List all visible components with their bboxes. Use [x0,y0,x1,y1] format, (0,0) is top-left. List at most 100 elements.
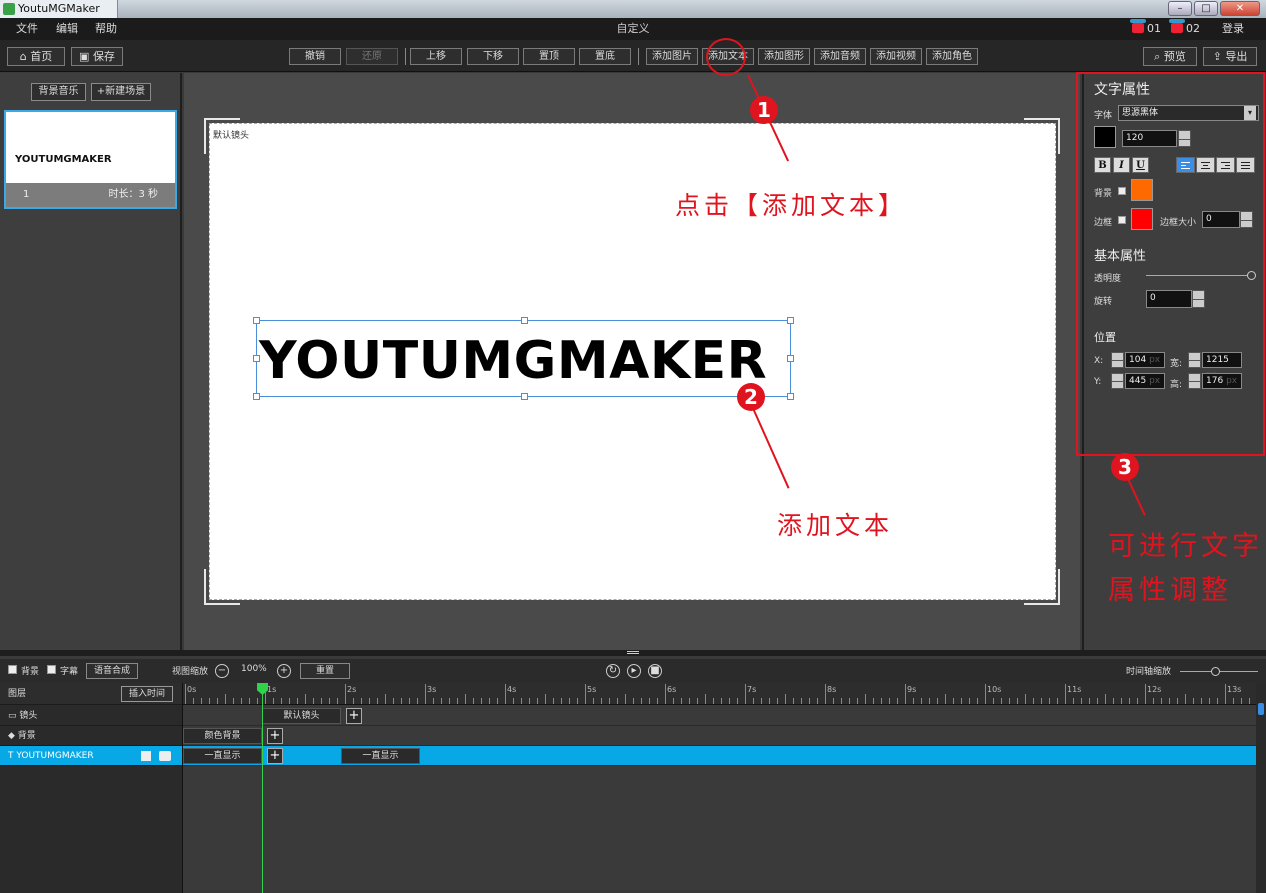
timeline-toolbar: 背景 字幕 语音合成 视图缩放 − 100% + 重置 ↻ ▸ ■ 时间轴缩放 [0,659,1266,683]
project-2[interactable]: 02 [1169,18,1200,40]
export-button[interactable]: ⇪ 导出 [1203,47,1257,66]
project-1[interactable]: 01 [1130,18,1161,40]
add-audio-button[interactable]: 添加音频 [814,48,866,65]
menu-file[interactable]: 文件 [16,18,38,40]
clip-always-show-2[interactable]: 一直显示 [341,748,420,764]
tts-button[interactable]: 语音合成 [86,663,138,679]
bg-track-checkbox[interactable] [8,665,17,674]
ruler-tick [1089,698,1090,704]
ruler-tick [233,698,234,704]
scroll-thumb[interactable] [1258,703,1264,715]
resize-handle[interactable] [521,317,528,324]
scene-card[interactable]: YOUTUMGMAKER 1 时长：3 秒 [4,110,177,209]
login-link[interactable]: 登录 [1222,18,1244,40]
resize-handle[interactable] [787,317,794,324]
ruler-tick [473,698,474,704]
resize-handle[interactable] [253,393,260,400]
text-element[interactable]: YOUTUMGMAKER [253,317,794,400]
ruler-tick [345,684,346,704]
ruler-tick [705,694,706,704]
ruler-tick [1225,684,1226,704]
resize-handle[interactable] [253,355,260,362]
subtitle-track-checkbox[interactable] [47,665,56,674]
splitter-grip-icon[interactable] [627,651,639,654]
ruler-tick [1105,694,1106,704]
ruler-tick [1233,698,1234,704]
eye-icon[interactable] [159,751,171,761]
insert-time-button[interactable]: 插入时间 [121,686,173,702]
ruler-tick [617,698,618,704]
ruler-tick [297,698,298,704]
ruler-tick [1249,698,1250,704]
canvas-area: 默认镜头 YOUTUMGMAKER [184,73,1080,650]
home-button[interactable]: ⌂ 首页 [7,47,65,66]
ruler-tick [969,698,970,704]
reset-button[interactable]: 重置 [300,663,350,679]
zoom-label: 视图缩放 [172,667,209,677]
redo-button[interactable]: 还原 [346,48,398,65]
axis-zoom-knob[interactable] [1211,667,1220,676]
camera-icon: ▭ [8,711,20,721]
zoom-out-icon[interactable]: − [215,664,229,678]
bg-music-button[interactable]: 背景音乐 [31,83,86,101]
save-button[interactable]: ▣ 保存 [71,47,123,66]
close-button[interactable]: ✕ [1220,1,1260,16]
resize-handle[interactable] [253,317,260,324]
move-down-button[interactable]: 下移 [467,48,519,65]
ruler-tick-label: 6s [667,685,677,694]
bg-track-label: 背景 [21,667,40,677]
preview-button[interactable]: ⌕ 预览 [1143,47,1197,66]
step-2-badge: 2 [737,383,765,411]
time-ruler[interactable]: 0s 1s 2s 3s 4s 5s 6s 7s 8s 9s 10s 11s 12s 13s [183,683,1256,705]
layer-row-background[interactable]: ◆ 背景 [0,726,182,746]
resize-handle[interactable] [521,393,528,400]
ruler-tick [209,698,210,704]
text-element-content: YOUTUMGMAKER [259,331,768,391]
add-shape-button[interactable]: 添加图形 [758,48,810,65]
ruler-tick [809,698,810,704]
undo-button[interactable]: 撤销 [289,48,341,65]
resize-handle[interactable] [787,393,794,400]
axis-zoom-label: 时间轴缩放 [1126,667,1172,677]
ruler-tick [1177,698,1178,704]
add-bg-clip-button[interactable]: + [267,728,283,744]
ruler-tick-label: 9s [907,685,917,694]
clip-default-camera[interactable]: 默认镜头 [262,708,341,724]
add-text-clip-button[interactable]: + [267,748,283,764]
layer-row-text[interactable]: T YOUTUMGMAKER [0,746,182,766]
timeline-scrollbar[interactable] [1256,683,1266,893]
menu-edit[interactable]: 编辑 [56,18,78,40]
ruler-tick [665,684,666,704]
clip-always-show[interactable]: 一直显示 [183,748,262,764]
replay-icon[interactable]: ↻ [606,664,620,678]
ruler-tick [241,698,242,704]
ruler-tick [737,698,738,704]
app-tab: YoutuMGMaker [0,0,118,18]
menu-help[interactable]: 帮助 [95,18,117,40]
zoom-in-icon[interactable]: + [277,664,291,678]
new-scene-button[interactable]: +新建场景 [91,83,151,101]
play-icon[interactable]: ▸ [627,664,641,678]
home-icon: ⌂ [19,50,31,63]
step-3-text-line1: 可进行文字 [1108,531,1263,562]
minimize-button[interactable]: – [1168,1,1192,16]
send-to-bottom-button[interactable]: 置底 [579,48,631,65]
ruler-tick [641,698,642,704]
stage[interactable]: 默认镜头 YOUTUMGMAKER [209,123,1056,600]
clip-color-bg[interactable]: 颜色背景 [183,728,262,744]
lock-toggle[interactable] [141,751,151,761]
export-icon: ⇪ [1212,50,1226,63]
move-up-button[interactable]: 上移 [410,48,462,65]
scene-duration: 时长：3 秒 [108,189,158,200]
add-camera-clip-button[interactable]: + [346,708,362,724]
bring-to-top-button[interactable]: 置顶 [523,48,575,65]
ruler-tick [785,694,786,704]
add-role-button[interactable]: 添加角色 [926,48,978,65]
add-image-button[interactable]: 添加图片 [646,48,698,65]
add-video-button[interactable]: 添加视频 [870,48,922,65]
ruler-tick [529,698,530,704]
stop-icon[interactable]: ■ [648,664,662,678]
layer-row-camera[interactable]: ▭ 镜头 [0,706,182,726]
maximize-button[interactable]: □ [1194,1,1218,16]
resize-handle[interactable] [787,355,794,362]
